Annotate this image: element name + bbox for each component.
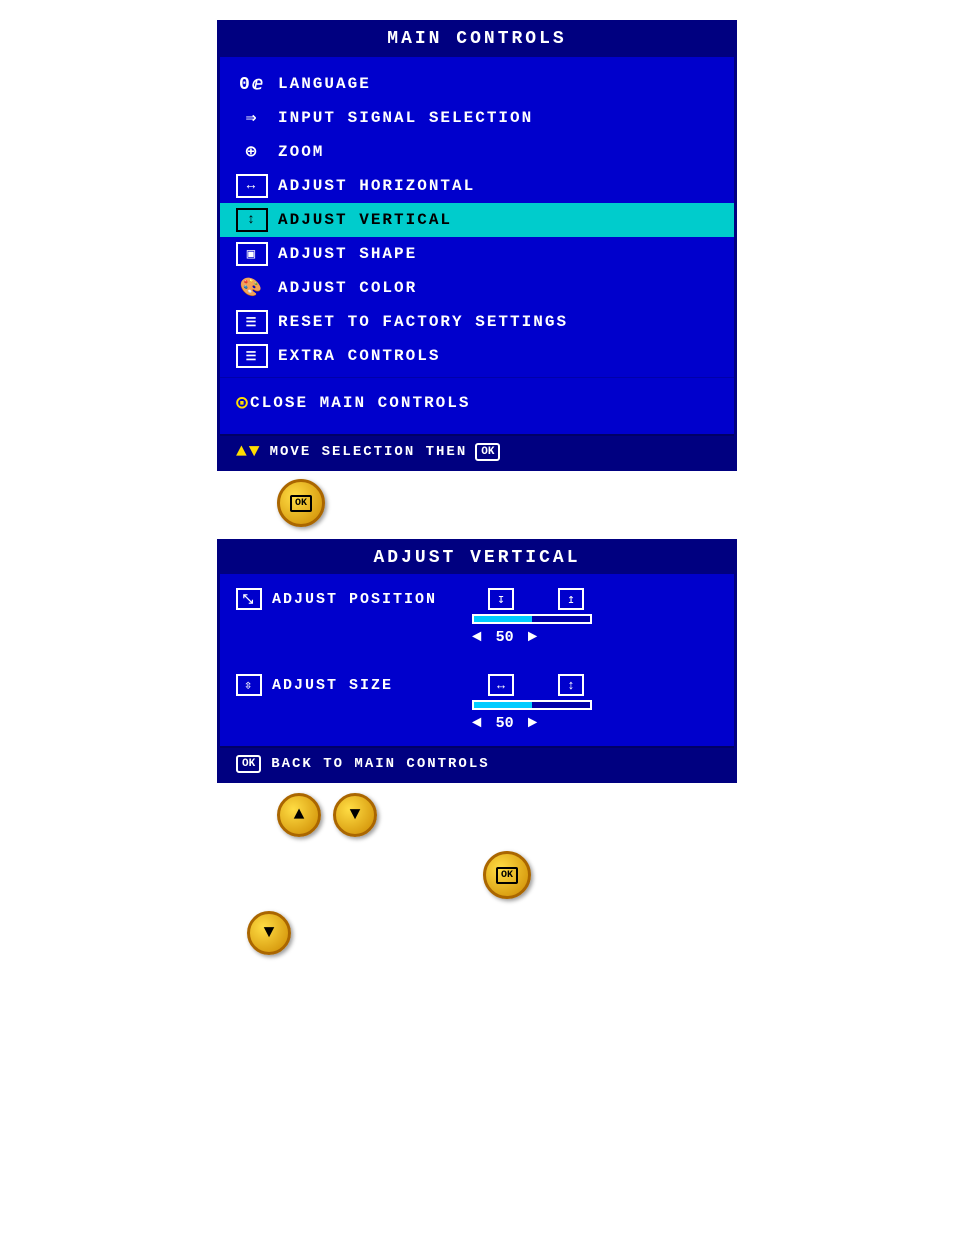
adjust-vertical-body: ⤡ ADJUST POSITION ↧ ↥ ◄	[220, 574, 734, 780]
position-right-arrow[interactable]: ►	[528, 628, 538, 646]
menu-item-shape-label: ADJUST SHAPE	[278, 245, 417, 263]
up-arrow-button[interactable]: ▲	[277, 793, 321, 837]
size-left-arrow[interactable]: ◄	[472, 714, 482, 732]
close-main-controls[interactable]: ⊙ CLOSE MAIN CONTROLS	[220, 382, 734, 424]
menu-item-language-label: LANGUAGE	[278, 75, 371, 93]
menu-item-vert-label: ADJUST VERTICAL	[278, 211, 452, 229]
size-slider-track[interactable]	[472, 700, 592, 710]
menu-item-zoom-label: ZOOM	[278, 143, 324, 161]
language-icon: 0‌ⅇ	[236, 72, 268, 96]
adjust-size-label-group: ⇳ ADJUST SIZE	[236, 674, 476, 696]
position-slider-fill	[474, 616, 532, 622]
main-controls-panel: MAIN CONTROLS 0‌ⅇ LANGUAGE ⇒ INPUT SIGNA…	[217, 20, 737, 471]
position-icon: ⤡	[236, 588, 262, 610]
position-down-icon: ↧	[488, 588, 514, 610]
menu-item-horiz-label: ADJUST HORIZONTAL	[278, 177, 475, 195]
size-expand-icon: ↕	[558, 674, 584, 696]
adjust-color-icon: 🎨	[236, 276, 268, 300]
menu-item-adjust-shape[interactable]: ▣ ADJUST SHAPE	[220, 237, 734, 271]
extra-icon: ☰	[236, 344, 268, 368]
ok-gold-button-2[interactable]: OK	[483, 851, 531, 899]
adjust-vertical-title: ADJUST VERTICAL	[220, 542, 734, 574]
menu-item-adjust-horizontal[interactable]: ↔ ADJUST HORIZONTAL	[220, 169, 734, 203]
menu-item-extra[interactable]: ☰ EXTRA CONTROLS	[220, 339, 734, 373]
size-slider-fill	[474, 702, 532, 708]
menu-item-extra-label: EXTRA CONTROLS	[278, 347, 440, 365]
size-shrink-icon: ↔	[488, 674, 514, 696]
menu-item-reset-label: RESET TO FACTORY SETTINGS	[278, 313, 568, 331]
down-arrow-button[interactable]: ▼	[333, 793, 377, 837]
menu-item-color-label: ADJUST COLOR	[278, 279, 417, 297]
menu-item-language[interactable]: 0‌ⅇ LANGUAGE	[220, 67, 734, 101]
menu-item-adjust-color[interactable]: 🎨 ADJUST COLOR	[220, 271, 734, 305]
adjust-position-row: ⤡ ADJUST POSITION ↧ ↥	[220, 574, 734, 614]
size-slider-row: ◄ 50 ►	[220, 700, 734, 746]
adjust-position-label-group: ⤡ ADJUST POSITION	[236, 588, 476, 610]
position-value: 50	[490, 629, 520, 646]
position-slider-track[interactable]	[472, 614, 592, 624]
size-value: 50	[490, 715, 520, 732]
ok-button-spacer: OK	[217, 471, 737, 535]
close-icon: ⊙	[236, 390, 250, 416]
size-icons-right: ↔ ↕	[488, 674, 584, 696]
main-controls-title: MAIN CONTROLS	[220, 23, 734, 57]
adjust-vert-icon: ↕	[236, 208, 268, 232]
back-label: BACK TO MAIN CONTROLS	[271, 756, 489, 772]
ok-gold-label: OK	[290, 495, 312, 512]
menu-item-reset[interactable]: ☰ RESET TO FACTORY SETTINGS	[220, 305, 734, 339]
menu-item-zoom[interactable]: ⊕ ZOOM	[220, 135, 734, 169]
adjust-vertical-panel: ADJUST VERTICAL ⤡ ADJUST POSITION ↧ ↥	[217, 539, 737, 783]
menu-divider	[220, 377, 734, 378]
adjust-horiz-icon: ↔	[236, 174, 268, 198]
menu-item-input-signal[interactable]: ⇒ INPUT SIGNAL SELECTION	[220, 101, 734, 135]
ok-gold-label-2: OK	[496, 867, 518, 884]
arrow-controls-row: ▲ ▼	[217, 783, 737, 847]
adjust-back-bar: OK BACK TO MAIN CONTROLS	[220, 746, 734, 780]
reset-icon: ☰	[236, 310, 268, 334]
size-icon: ⇳	[236, 674, 262, 696]
zoom-icon: ⊕	[236, 140, 268, 164]
position-icons-right: ↧ ↥	[488, 588, 584, 610]
close-label: CLOSE MAIN CONTROLS	[250, 394, 470, 412]
main-controls-bottom-bar: ▲▼ MOVE SELECTION THEN OK	[220, 434, 734, 468]
position-nav-row: ◄ 50 ►	[472, 628, 592, 646]
ok-gold-button[interactable]: OK	[277, 479, 325, 527]
menu-item-adjust-vertical[interactable]: ↕ ADJUST VERTICAL	[220, 203, 734, 237]
position-up-icon: ↥	[558, 588, 584, 610]
position-left-arrow[interactable]: ◄	[472, 628, 482, 646]
size-label: ADJUST SIZE	[272, 677, 393, 694]
input-signal-icon: ⇒	[236, 106, 268, 130]
menu-item-input-label: INPUT SIGNAL SELECTION	[278, 109, 533, 127]
bottom-bar-text: MOVE SELECTION THEN	[270, 444, 468, 460]
position-slider-row: ◄ 50 ►	[220, 614, 734, 660]
bottom-ok-badge: OK	[475, 443, 500, 461]
move-icon-pair: ▲▼	[236, 442, 262, 462]
adjust-shape-icon: ▣	[236, 242, 268, 266]
menu-list: 0‌ⅇ LANGUAGE ⇒ INPUT SIGNAL SELECTION ⊕ …	[220, 57, 734, 434]
adjust-size-row: ⇳ ADJUST SIZE ↔ ↕	[220, 660, 734, 700]
size-nav-row: ◄ 50 ►	[472, 714, 592, 732]
last-arrow-row: ▼	[217, 903, 737, 955]
size-right-arrow[interactable]: ►	[528, 714, 538, 732]
ok-button-row: OK	[217, 847, 737, 903]
back-ok-badge: OK	[236, 755, 261, 773]
last-down-arrow-button[interactable]: ▼	[247, 911, 291, 955]
position-label: ADJUST POSITION	[272, 591, 437, 608]
